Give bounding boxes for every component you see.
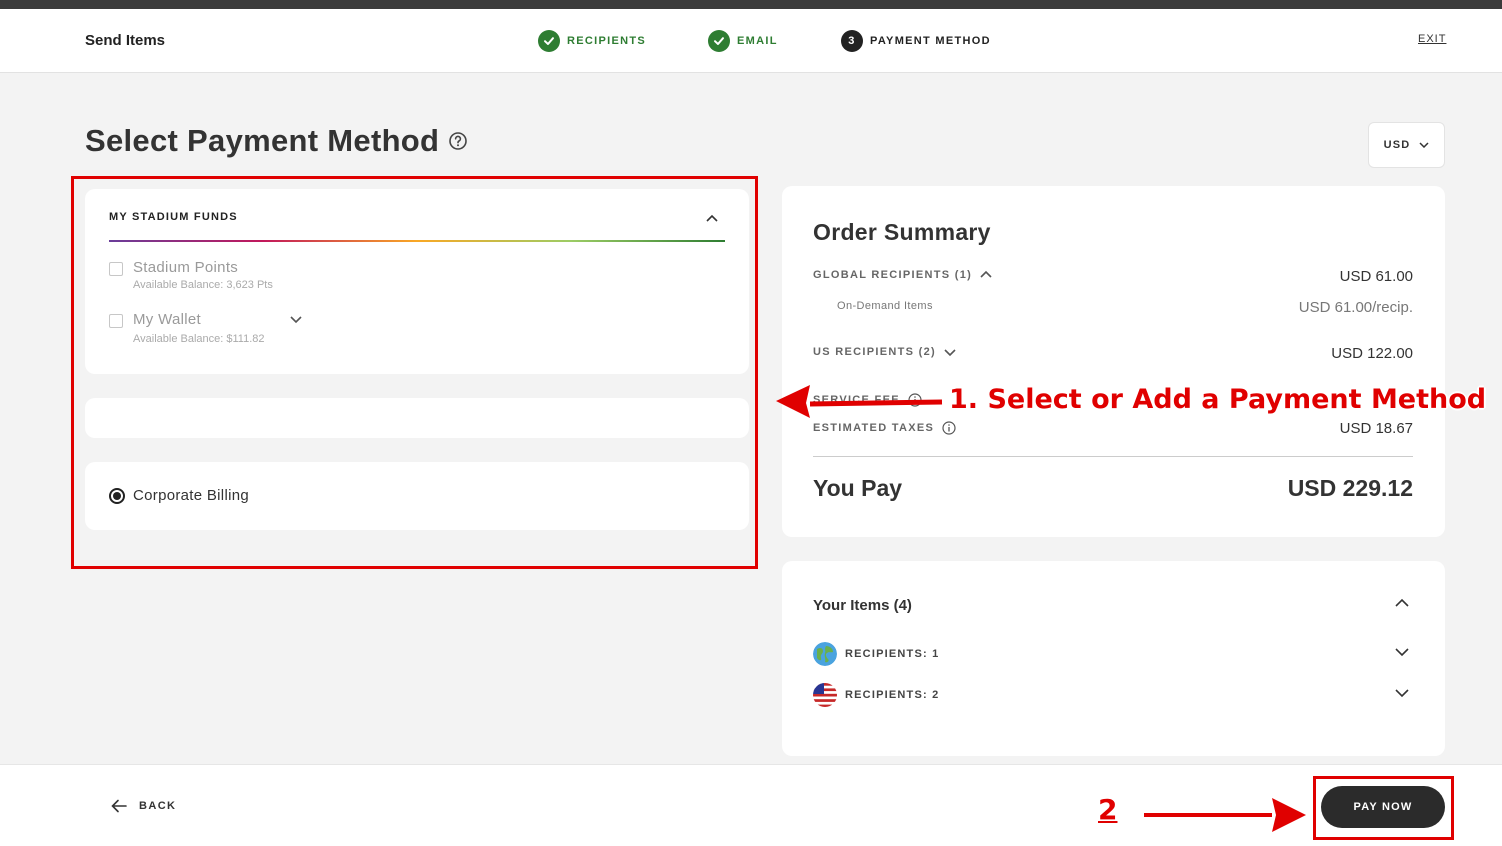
annotation-step2-text: 2: [1098, 793, 1118, 826]
annotation-arrow-right: [1144, 798, 1306, 832]
annotation-arrows: [776, 385, 1306, 832]
annotation-step1-text: 1. Select or Add a Payment Method: [949, 384, 1487, 415]
annotation-arrow-left: [776, 385, 943, 418]
